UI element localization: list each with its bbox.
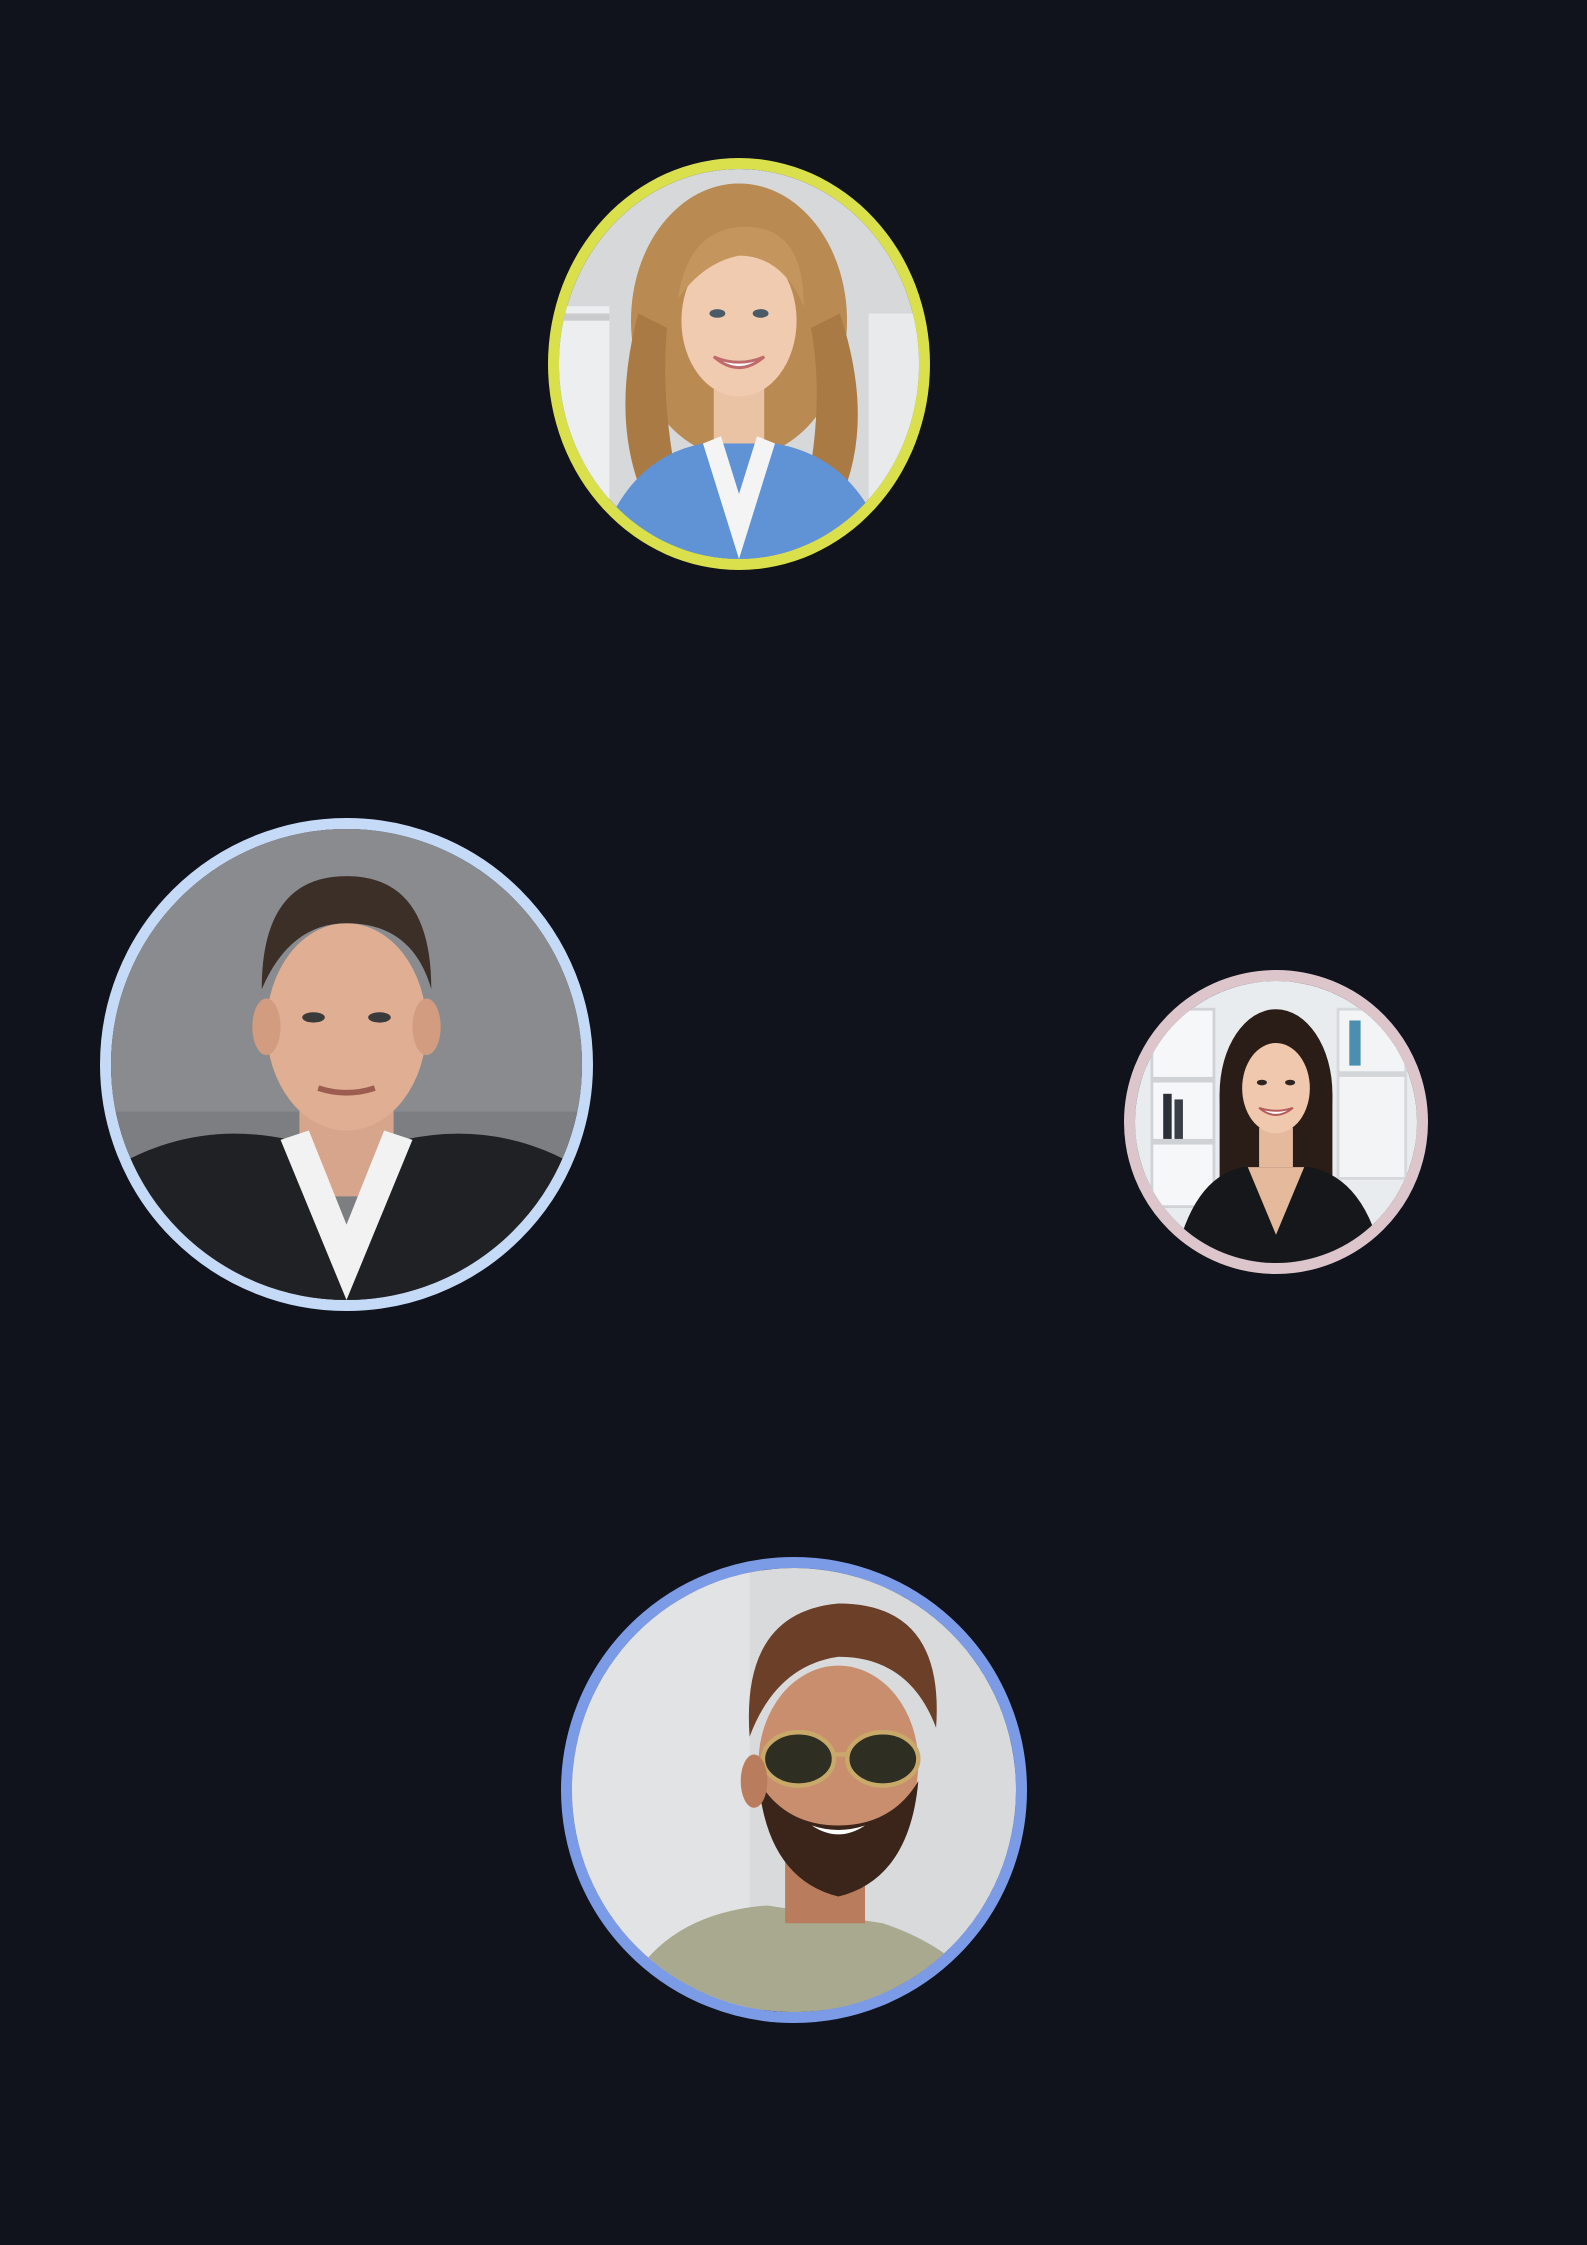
portrait-photo — [572, 1568, 1016, 2012]
avatar-woman-brunette[interactable] — [1124, 970, 1428, 1274]
avatar-woman-blonde[interactable] — [548, 158, 930, 570]
avatar-man-sunglasses[interactable] — [561, 1557, 1027, 2023]
portrait-photo — [559, 169, 919, 559]
portrait-photo — [1135, 981, 1417, 1263]
portrait-photo — [111, 829, 582, 1300]
avatar-man-suit[interactable] — [100, 818, 593, 1311]
